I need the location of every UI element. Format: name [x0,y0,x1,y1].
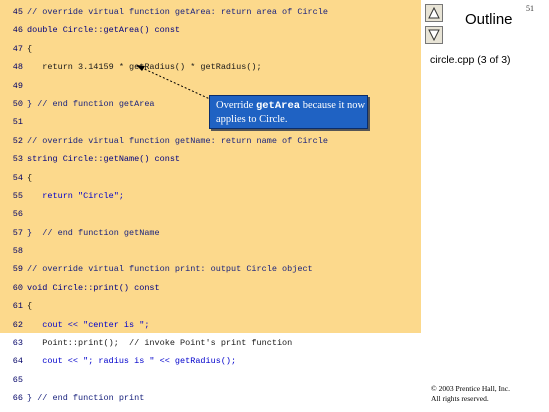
line-number: 47 [12,43,23,54]
line-number: 66 [12,393,23,404]
nav-up-button[interactable] [425,4,443,22]
callout-code: getArea [255,100,301,112]
file-label: circle.cpp (3 of 3) [430,54,511,66]
code-text: { [27,43,33,54]
outline-title[interactable]: Outline [465,11,513,28]
copyright-notice: © 2003 Prentice Hall, Inc. All rights re… [431,384,510,404]
code-text: Point::print(); // invoke Point's print … [27,338,293,349]
triangle-up-icon [428,7,440,19]
code-text: cout << "; radius is " << getRadius(); [27,356,237,367]
triangle-down-icon [428,29,440,41]
copyright-line-1: © 2003 Prentice Hall, Inc. [431,384,511,393]
line-number: 45 [12,7,23,17]
line-number: 59 [12,264,23,275]
line-number: 53 [12,154,23,165]
code-text: string Circle::getName() const [27,154,181,165]
line-number: 65 [12,374,23,385]
copyright-line-2: All rights reserved. [431,394,489,403]
line-number: 60 [12,282,23,293]
code-text: } // end function print [27,393,145,404]
code-text: // override virtual function getArea: re… [27,7,328,17]
line-number: 58 [12,246,23,257]
line-number: 52 [12,135,23,146]
line-number: 51 [12,117,23,128]
callout-box: Override getArea because it now applies … [209,95,368,129]
line-number: 62 [12,319,23,330]
line-number: 50 [12,98,23,109]
code-text: void Circle::print() const [27,282,160,293]
line-number: 61 [12,301,23,312]
line-number: 55 [12,190,23,201]
line-number: 57 [12,227,23,238]
code-text: // override virtual function print: outp… [27,264,313,275]
code-text: return "Circle"; [27,190,124,201]
line-number: 64 [12,356,23,367]
code-listing-panel: 45 // override virtual function getArea: … [0,0,421,403]
callout-prefix: Override [216,100,256,111]
line-number: 56 [12,209,23,220]
code-text: { [27,172,33,183]
line-number: 54 [12,172,23,183]
code-text: cout << "center is "; [27,319,150,330]
nav-down-button[interactable] [425,26,443,44]
code-text: // override virtual function getName: re… [27,135,328,146]
line-number: 48 [12,62,23,73]
line-number: 46 [12,25,23,36]
code-text: { [27,301,33,312]
code-text: double Circle::getArea() const [27,25,181,36]
line-number: 49 [12,80,23,91]
code-text: } // end function getName [27,227,160,238]
line-number: 63 [12,338,23,349]
code-text: return 3.14159 * getRadius() * getRadius… [27,62,262,73]
slide-number: 51 [526,4,534,13]
code-text: } // end function getArea [27,98,155,109]
